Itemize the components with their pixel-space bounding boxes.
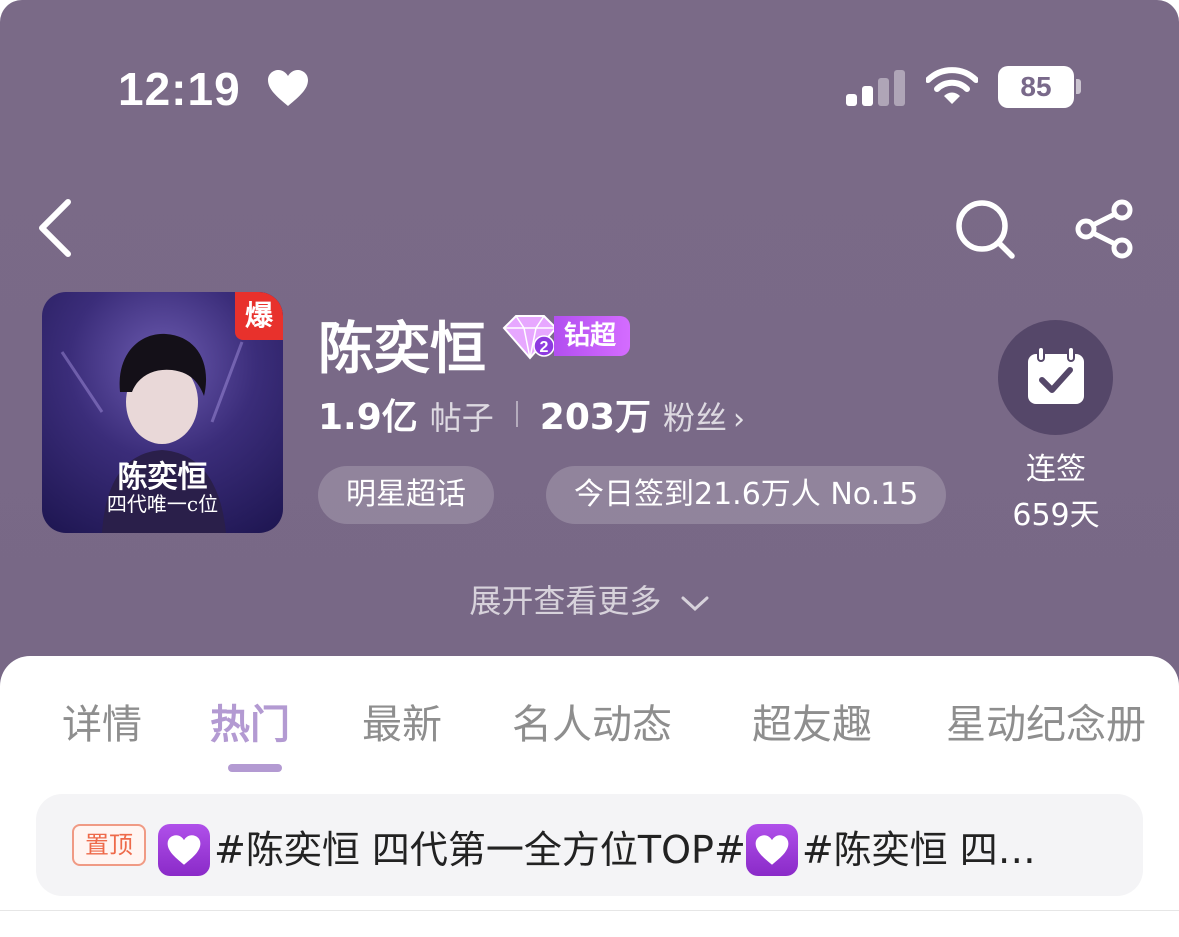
search-icon[interactable] — [954, 198, 1016, 260]
battery-cap — [1076, 79, 1081, 94]
heart-icon — [268, 70, 308, 106]
battery-indicator: 85 — [998, 66, 1082, 108]
battery-level: 85 — [1020, 71, 1052, 102]
purple-heart-icon — [745, 824, 798, 876]
avatar-subtitle-text: 四代唯一c位 — [106, 492, 219, 516]
fans-chevron-icon[interactable]: › — [733, 402, 745, 437]
expand-more-button[interactable]: 展开查看更多 — [0, 576, 1179, 622]
tab-details[interactable]: 详情 — [62, 692, 142, 750]
checkin-button[interactable] — [998, 320, 1113, 435]
calendar-check-icon — [1028, 346, 1084, 404]
rank-badge[interactable]: 2 钻超 — [500, 312, 631, 360]
posts-label: 帖子 — [429, 399, 494, 437]
tab-star-album[interactable]: 星动纪念册 — [946, 692, 1146, 750]
checkin-days: 659天 — [1012, 498, 1100, 533]
expand-more-label: 展开查看更多 — [469, 582, 662, 620]
status-time: 12:19 — [118, 63, 241, 115]
topic-title: 陈奕恒 — [318, 317, 486, 382]
fans-label[interactable]: 粉丝 — [663, 393, 727, 439]
active-tab-indicator — [228, 764, 282, 772]
svg-text:2: 2 — [540, 339, 549, 356]
topic-avatar[interactable]: 爆 陈奕恒 四代唯一c位 — [42, 292, 283, 533]
stats-divider — [515, 401, 518, 427]
cellular-signal-icon — [846, 70, 906, 106]
tab-super-friends[interactable]: 超友趣 — [752, 692, 872, 750]
fans-count[interactable]: 203万 — [540, 388, 651, 440]
category-chip[interactable]: 明星超话 — [318, 466, 494, 524]
pinned-post-text[interactable]: #陈奕恒 四代第一全方位TOP# #陈奕恒 四… — [158, 822, 1098, 878]
rank-label: 钻超 — [554, 316, 631, 356]
wifi-icon — [926, 67, 978, 104]
topic-stats: 1.9亿 帖子 203万 粉丝 › — [318, 388, 745, 440]
tab-latest[interactable]: 最新 — [362, 692, 442, 750]
pinned-post-hashtag: #陈奕恒 四代第一全方位TOP# — [214, 828, 746, 872]
purple-heart-icon — [158, 824, 210, 876]
divider — [0, 910, 1179, 911]
pinned-post-hashtag-truncated: #陈奕恒 四… — [801, 828, 1036, 872]
share-icon[interactable] — [1074, 198, 1136, 260]
checkin-rank-chip[interactable]: 今日签到21.6万人 No.15 — [546, 466, 947, 524]
hot-badge: 爆 — [235, 292, 283, 340]
tab-celebrity-updates[interactable]: 名人动态 — [512, 692, 672, 750]
diamond-icon: 2 — [502, 315, 558, 360]
tab-hot[interactable]: 热门 — [210, 692, 290, 750]
back-icon[interactable] — [32, 196, 82, 260]
posts-count: 1.9亿 — [318, 397, 418, 438]
chevron-down-icon — [681, 596, 709, 612]
pinned-badge: 置顶 — [72, 824, 146, 866]
checkin-label: 连签 — [1026, 452, 1086, 487]
